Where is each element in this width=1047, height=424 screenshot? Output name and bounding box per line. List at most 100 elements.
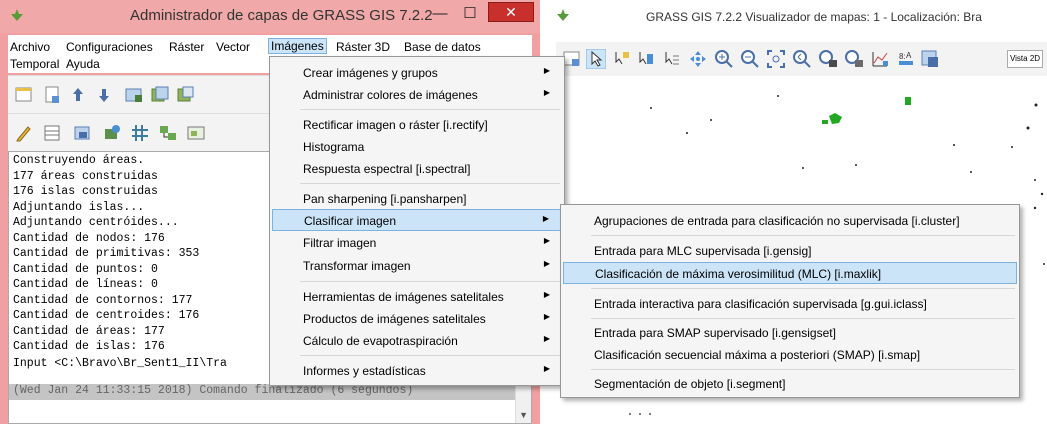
menu-item-g-gui-iclass[interactable]: Entrada interactiva para clasificación s… [563, 293, 1017, 315]
menu-raster[interactable]: Ráster [169, 40, 204, 54]
clasificar-imagen-submenu: Agrupaciones de entrada para clasificaci… [560, 204, 1020, 398]
menu-separator [300, 281, 560, 282]
maximize-button[interactable]: ☐ [456, 4, 484, 26]
upload-icon[interactable] [68, 85, 88, 105]
menu-raster-3d[interactable]: Ráster 3D [336, 40, 390, 54]
console-line: Construyendo áreas. [13, 154, 145, 167]
menu-separator [591, 288, 1015, 289]
view-mode-select[interactable]: Vista 2D [1007, 50, 1043, 68]
grass-app-icon [557, 9, 569, 21]
console-line: Cantidad de líneas: 0 [13, 278, 158, 291]
select-icon[interactable] [636, 49, 656, 69]
menu-item-i-maxlik[interactable]: Clasificación de máxima verosimilitud (M… [563, 262, 1017, 284]
menu-ayuda[interactable]: Ayuda [66, 57, 100, 71]
menu-item-pan-sharpening[interactable]: Pan sharpening [i.pansharpen] [272, 188, 562, 210]
window-title: GRASS GIS 7.2.2 Visualizador de mapas: 1… [646, 10, 982, 24]
submenu-arrow-icon: ▶ [542, 214, 549, 223]
menu-imagenes[interactable]: Imágenes [268, 38, 327, 54]
zoom-back-icon[interactable] [792, 49, 812, 69]
console-line: Cantidad de contornos: 177 [13, 293, 193, 307]
add-overlay-icon[interactable] [662, 49, 682, 69]
layer-icon[interactable] [72, 123, 92, 143]
submenu-arrow-icon: ▶ [543, 312, 550, 321]
title-bar[interactable]: GRASS GIS 7.2.2 Visualizador de mapas: 1… [548, 0, 1047, 38]
map-elements-icon[interactable]: 8: A [896, 49, 916, 69]
menu-item-i-cluster[interactable]: Agrupaciones de entrada para clasificaci… [563, 210, 1017, 232]
menu-base-de-datos[interactable]: Base de datos [404, 40, 481, 54]
analyze-icon[interactable] [870, 49, 890, 69]
menu-vector[interactable]: Vector [216, 40, 250, 54]
modeler-icon[interactable] [158, 123, 178, 143]
console-line: Input <C:\Bravo\Br_Sent1_II\Tra [13, 357, 227, 370]
display-map-icon[interactable] [562, 49, 582, 69]
menu-item-crear-imagenes[interactable]: Crear imágenes y grupos ▶ [272, 62, 562, 84]
submenu-arrow-icon: ▶ [543, 66, 550, 75]
submenu-arrow-icon: ▶ [543, 334, 550, 343]
menu-item-histograma[interactable]: Histograma [272, 136, 562, 158]
submenu-arrow-icon: ▶ [543, 364, 550, 373]
console-line: Cantidad de nodos: 176 [13, 231, 165, 245]
menu-item-herramientas-satelitales[interactable]: Herramientas de imágenes satelitales ▶ [272, 286, 562, 308]
python-shell-icon[interactable] [186, 123, 206, 143]
zoom-to-region-icon[interactable] [844, 49, 864, 69]
add-raster-icon[interactable] [124, 85, 144, 105]
query-icon[interactable] [612, 49, 632, 69]
submenu-arrow-icon: ▶ [543, 236, 550, 245]
add-vector-icon[interactable] [176, 85, 196, 105]
new-display-icon[interactable] [14, 85, 34, 105]
menu-item-i-gensig[interactable]: Entrada para MLC supervisada [i.gensig] [563, 240, 1017, 262]
download-icon[interactable] [94, 85, 114, 105]
console-line: Adjuntando centróides... [13, 216, 179, 229]
menu-archivo[interactable]: Archivo [10, 40, 50, 54]
grid-icon[interactable] [130, 123, 150, 143]
submenu-arrow-icon: ▶ [543, 259, 550, 268]
georectify-icon[interactable] [102, 123, 122, 143]
pan-icon[interactable] [688, 49, 708, 69]
attribute-table-icon[interactable] [42, 123, 62, 143]
console-line: Cantidad de primitivas: 353 [13, 247, 200, 260]
menu-item-i-smap[interactable]: Clasificación secuencial máxima a poster… [563, 344, 1017, 366]
pointer-icon[interactable] [586, 49, 606, 69]
add-multiple-raster-icon[interactable] [150, 85, 170, 105]
menu-item-clasificar-imagen[interactable]: Clasificar imagen ▶ [272, 209, 562, 231]
close-button[interactable]: ✕ [488, 2, 534, 22]
console-line: 176 islas construidas [13, 185, 158, 198]
menu-configuraciones[interactable]: Configuraciones [66, 40, 153, 54]
menu-temporal[interactable]: Temporal [10, 57, 59, 71]
zoom-in-icon[interactable] [714, 49, 734, 69]
minimize-button[interactable]: — [426, 4, 454, 26]
menu-item-administrar-colores[interactable]: Administrar colores de imágenes ▶ [272, 84, 562, 106]
console-line: Cantidad de centroides: 176 [13, 309, 200, 322]
svg-text:8:: 8: [899, 52, 906, 61]
menu-item-informes-estadisticas[interactable]: Informes y estadísticas ▶ [272, 360, 562, 382]
menu-item-transformar-imagen[interactable]: Transformar imagen ▶ [272, 255, 562, 277]
submenu-arrow-icon: ▶ [543, 88, 550, 97]
submenu-arrow-icon: ▶ [543, 290, 550, 299]
menu-separator [591, 369, 1015, 370]
menu-item-respuesta-espectral[interactable]: Respuesta espectral [i.spectral] [272, 158, 562, 180]
menu-item-i-gensigset[interactable]: Entrada para SMAP supervisado [i.gensigs… [563, 322, 1017, 344]
menu-item-evapotraspiracion[interactable]: Cálculo de evapotraspiración ▶ [272, 330, 562, 352]
imagenes-dropdown-menu: Crear imágenes y grupos ▶ Administrar col… [269, 56, 565, 386]
scroll-down-arrow-icon[interactable]: ▼ [519, 410, 528, 420]
map-toolbar: 8: A [556, 42, 1047, 76]
zoom-extent-icon[interactable] [766, 49, 786, 69]
new-workspace-icon[interactable] [42, 85, 62, 105]
menu-item-i-segment[interactable]: Segmentación de objeto [i.segment] [563, 373, 1017, 395]
zoom-out-icon[interactable] [740, 49, 760, 69]
menu-item-filtrar-imagen[interactable]: Filtrar imagen ▶ [272, 232, 562, 254]
menu-item-productos-satelitales[interactable]: Productos de imágenes satelitales ▶ [272, 308, 562, 330]
menu-item-rectificar[interactable]: Rectificar imagen o ráster [i.rectify] [272, 114, 562, 136]
menu-separator [591, 235, 1015, 236]
pencil-icon[interactable] [14, 123, 34, 143]
svg-text:A: A [906, 51, 912, 60]
console-line: Adjuntando islas... [13, 200, 145, 214]
save-display-icon[interactable] [920, 49, 940, 69]
console-line: Cantidad de islas: 176 [13, 340, 165, 353]
menu-separator [300, 183, 560, 184]
console-line: 177 áreas construidas [13, 169, 158, 183]
title-bar[interactable]: Administrador de capas de GRASS GIS 7.2.… [0, 0, 540, 33]
console-line: Cantidad de puntos: 0 [13, 262, 158, 276]
zoom-to-layer-icon[interactable] [818, 49, 838, 69]
console-line: Cantidad de áreas: 177 [13, 324, 165, 338]
